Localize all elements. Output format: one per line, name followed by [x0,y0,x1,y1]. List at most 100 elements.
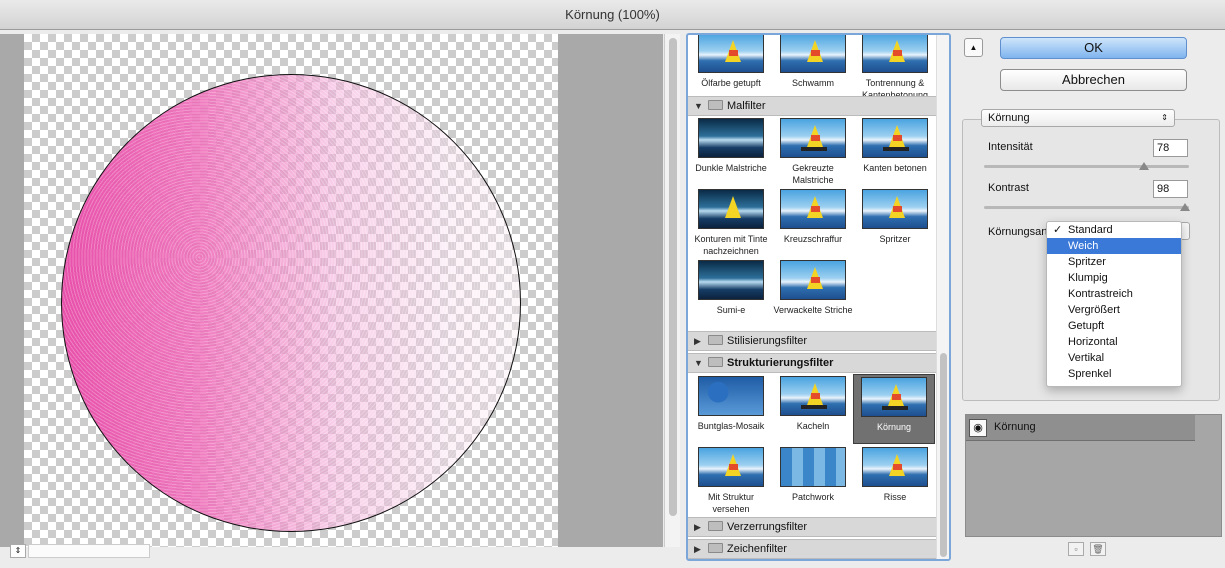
filter-label: Risse [883,492,907,502]
filter-label: Mit Struktur versehen [707,492,754,514]
delete-effect-layer-button[interactable]: 🗑 [1090,542,1106,556]
contrast-slider[interactable] [984,203,1190,211]
folder-icon [708,100,723,110]
filter-tile-sumi-e[interactable]: Sumi-e [690,260,772,316]
effect-layer-row[interactable]: ◉ Körnung [966,415,1195,441]
filter-thumbnail [862,189,928,229]
filter-thumbnail [862,118,928,158]
collapse-triangle-icon: ▶ [694,336,701,346]
expand-triangle-icon: ▼ [694,101,703,111]
grain-option-kontrastreich[interactable]: Kontrastreich [1047,286,1181,302]
filter-thumbnail [698,376,764,416]
group-header-verzerrungsfilter[interactable]: ▶ Verzerrungsfilter [688,517,936,537]
group-header-stilisierungsfilter[interactable]: ▶ Stilisierungsfilter [688,331,936,351]
filter-tile-buntglas-mosaik[interactable]: Buntglas-Mosaik [690,376,772,432]
preview-vertical-scroll-thumb[interactable] [669,38,677,516]
effect-layers-panel: ◉ Körnung [965,414,1222,537]
filter-gallery-content: Ölfarbe getupft Schwamm Tontrennung & Ka… [688,35,936,559]
group-header-zeichenfilter[interactable]: ▶ Zeichenfilter [688,539,936,559]
folder-icon [708,335,723,345]
filter-thumbnail [780,35,846,73]
filter-tile-mit-struktur-versehen[interactable]: Mit Struktur versehen [690,447,772,515]
group-header-malfilter[interactable]: ▼ Malfilter [688,96,936,116]
filter-thumbnail [780,260,846,300]
filter-label: Kreuzschraffur [783,234,843,244]
filter-thumbnail [861,377,927,417]
grain-option-sprenkel[interactable]: Sprenkel [1047,366,1181,382]
filter-tile-kreuzschraffur[interactable]: Kreuzschraffur [772,189,854,245]
grain-option-getupft[interactable]: Getupft [1047,318,1181,334]
filter-label: Konturen mit Tinte nachzeichnen [694,234,768,256]
gallery-scrollbar[interactable] [936,35,949,559]
preview-pane: ⇕ [0,31,680,568]
filter-tile-schwamm[interactable]: Schwamm [772,35,854,89]
filter-thumbnail [698,118,764,158]
group-label: Malfilter [727,100,766,112]
collapse-triangle-icon: ▶ [694,522,701,532]
filter-label: Schwamm [791,78,834,88]
filter-label: Sumi-e [716,305,746,315]
intensity-slider-handle[interactable] [1138,162,1149,170]
filter-tile-tontrennung[interactable]: Tontrennung & Kantenbetonung [854,35,936,101]
preview-canvas[interactable] [0,34,663,547]
filter-thumbnail [698,35,764,73]
filter-thumbnail [780,447,846,487]
new-effect-layer-button[interactable]: ▫ [1068,542,1084,556]
filter-tile-oelfarbe-getupft[interactable]: Ölfarbe getupft [690,35,772,89]
grain-option-horizontal[interactable]: Horizontal [1047,334,1181,350]
grain-option-standard[interactable]: ✓ Standard [1047,222,1181,238]
gallery-scroll-thumb[interactable] [940,353,947,557]
filter-tile-verwackelte-striche[interactable]: Verwackelte Striche [772,260,854,316]
group-label: Strukturierungsfilter [727,357,834,369]
filter-tile-risse[interactable]: Risse [854,447,936,503]
group-header-strukturierungsfilter[interactable]: ▼ Strukturierungsfilter [688,353,936,373]
filter-tile-spritzer[interactable]: Spritzer [854,189,936,245]
filter-label: Spritzer [879,234,911,244]
filter-tile-konturen-mit-tinte[interactable]: Konturen mit Tinte nachzeichnen [690,189,772,257]
folder-icon [708,521,723,531]
intensity-label: Intensität [988,141,1033,153]
filter-label: Dunkle Malstriche [695,163,767,173]
folder-icon [708,357,723,367]
select-arrows-icon: ⇕ [1161,113,1168,122]
filter-tile-dunkle-malstriche[interactable]: Dunkle Malstriche [690,118,772,174]
checkmark-icon: ✓ [1053,224,1063,236]
filter-select[interactable]: Körnung ⇕ [981,109,1175,127]
zoom-stepper[interactable]: ⇕ [10,544,26,558]
grain-option-klumpig[interactable]: Klumpig [1047,270,1181,286]
contrast-slider-handle[interactable] [1179,203,1190,211]
grain-option-vergroessert[interactable]: Vergrößert [1047,302,1181,318]
filter-label: Kanten betonen [863,163,927,173]
filter-label: Buntglas-Mosaik [697,421,765,431]
grain-option-weich[interactable]: Weich [1047,238,1181,254]
window-title: Körnung (100%) [0,0,1225,30]
preview-horizontal-scrollbar[interactable] [28,544,150,558]
filter-tile-kanten-betonen[interactable]: Kanten betonen [854,118,936,174]
cancel-button[interactable]: Abbrechen [1000,69,1187,91]
ok-button[interactable]: OK [1000,37,1187,59]
grain-option-vertikal[interactable]: Vertikal [1047,350,1181,366]
filter-thumbnail [780,376,846,416]
filter-thumbnail [698,189,764,229]
grain-option-spritzer[interactable]: Spritzer [1047,254,1181,270]
preview-image-circle [61,74,521,532]
collapse-gallery-button[interactable]: ▲ [964,38,983,57]
contrast-field[interactable]: 98 [1153,180,1188,198]
filter-thumbnail [698,447,764,487]
intensity-field[interactable]: 78 [1153,139,1188,157]
filter-label: Patchwork [791,492,835,502]
filter-thumbnail [698,260,764,300]
group-label: Stilisierungsfilter [727,335,808,347]
filter-tile-patchwork[interactable]: Patchwork [772,447,854,503]
filter-thumbnail [780,118,846,158]
group-label: Verzerrungsfilter [727,521,808,533]
filter-label: Verwackelte Striche [773,305,853,315]
filter-label: Gekreuzte Malstriche [792,163,834,185]
intensity-slider[interactable] [984,162,1189,170]
preview-vertical-scrollbar[interactable] [664,34,680,547]
grain-type-label: Körnungsart [988,226,1048,238]
eye-icon[interactable]: ◉ [969,419,987,437]
filter-tile-koernung-selected[interactable]: Körnung [853,374,935,444]
filter-tile-kacheln[interactable]: Kacheln [772,376,854,432]
filter-tile-gekreuzte-malstriche[interactable]: Gekreuzte Malstriche [772,118,854,186]
